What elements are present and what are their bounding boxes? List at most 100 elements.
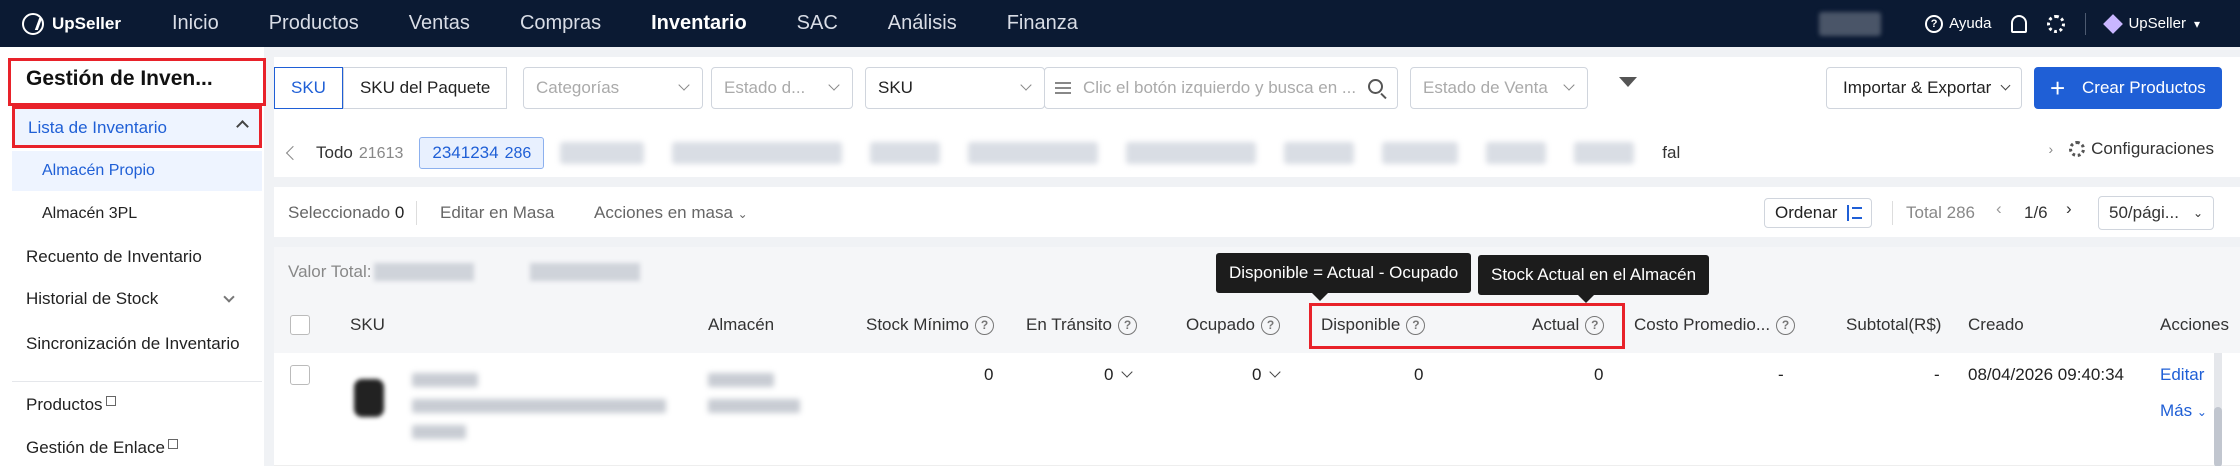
col-label: Acciones — [2160, 315, 2229, 334]
question-icon[interactable]: ? — [1261, 315, 1280, 335]
cell-stock-minimo: 0 — [984, 365, 994, 384]
sidebar-item-lista-inventario[interactable]: Lista de Inventario — [12, 106, 262, 148]
nav-compras[interactable]: Compras — [520, 12, 601, 35]
sidebar-item-label: Gestión de Enlace — [26, 438, 165, 457]
sale-state-select[interactable]: Estado de Venta — [1410, 67, 1588, 109]
sidebar-item-sincronizacion[interactable]: Sincronización de Inventario — [26, 334, 240, 354]
search-type-select[interactable]: SKU — [865, 67, 1045, 109]
sidebar-title: Gestión de Inven... — [26, 67, 213, 90]
blurred-tab[interactable] — [1574, 142, 1635, 164]
blurred-tab[interactable] — [560, 142, 645, 164]
user-menu[interactable]: UpSeller ▾ — [2103, 13, 2200, 34]
toggle-sku[interactable]: SKU — [274, 67, 343, 109]
question-icon[interactable]: ? — [1776, 315, 1796, 335]
col-label: Almacén — [708, 315, 775, 334]
configuraciones-label: Configuraciones — [2091, 139, 2214, 158]
nav-productos[interactable]: Productos — [269, 12, 359, 35]
categories-select[interactable]: Categorías — [523, 67, 703, 109]
app-name: UpSeller — [52, 13, 121, 33]
external-link-icon — [167, 439, 178, 449]
sidebar-item-recuento[interactable]: Recuento de Inventario — [26, 247, 202, 267]
sku-type-toggle: SKU SKU del Paquete — [274, 67, 508, 109]
tab-todo[interactable]: Todo 21613 — [316, 143, 403, 163]
import-export-button[interactable]: Importar & Exportar — [1826, 67, 2023, 109]
search-icon[interactable] — [1368, 79, 1383, 94]
prev-page-button[interactable]: ‹ — [1996, 199, 2002, 219]
table-header: SKU Almacén Stock Mínimo? En Tránsito? O… — [274, 297, 2240, 353]
app-logo[interactable]: UpSeller — [22, 12, 172, 35]
gear-icon[interactable] — [2047, 14, 2066, 33]
chevron-right-icon[interactable]: › — [2048, 141, 2053, 157]
blurred-tab[interactable] — [672, 142, 843, 164]
sidebar-item-label: Sincronización de Inventario — [26, 334, 240, 353]
configuraciones-button[interactable]: Configuraciones — [2069, 139, 2214, 159]
main-content: SKU SKU del Paquete Categorías Estado d.… — [274, 57, 2240, 466]
chevron-left-icon[interactable] — [285, 145, 301, 161]
question-icon[interactable]: ? — [1118, 315, 1137, 335]
create-products-button[interactable]: Crear Productos — [2034, 67, 2222, 109]
select-all-checkbox[interactable] — [290, 315, 310, 335]
cell-ocupado[interactable]: 0 — [1252, 365, 1282, 385]
row-checkbox[interactable] — [290, 365, 310, 385]
cell-costo: - — [1778, 365, 1784, 384]
blurred-tab[interactable] — [968, 142, 1099, 164]
blurred-tab[interactable] — [1284, 142, 1355, 164]
more-dropdown[interactable]: Más ⌄ — [2160, 401, 2207, 421]
blurred-variant — [412, 425, 466, 439]
search-type-value: SKU — [878, 78, 913, 97]
sidebar-link-gestion-enlace[interactable]: Gestión de Enlace — [26, 438, 178, 458]
filter-icon[interactable] — [1619, 77, 1637, 87]
search-input[interactable]: Clic el botón izquierdo y busca en ... — [1044, 67, 1398, 109]
diamond-icon — [2103, 13, 2124, 34]
vertical-scrollbar[interactable] — [2214, 353, 2222, 466]
nav-finanza[interactable]: Finanza — [1007, 12, 1078, 35]
nav-inventario[interactable]: Inventario — [651, 12, 747, 35]
bulk-actions-dropdown[interactable]: Acciones en masa ⌄ — [594, 203, 748, 223]
page-size-select[interactable]: 50/pági... ⌄ — [2098, 196, 2214, 230]
sidebar-subitem-almacen-3pl[interactable]: Almacén 3PL — [12, 194, 262, 234]
tab-selected[interactable]: 2341234 286 — [419, 137, 545, 169]
edit-link[interactable]: Editar — [2160, 365, 2204, 385]
sort-button[interactable]: Ordenar — [1764, 198, 1873, 228]
sidebar-subitem-almacen-propio[interactable]: Almacén Propio — [12, 151, 262, 191]
sidebar-divider — [12, 381, 262, 382]
toggle-sku-paquete[interactable]: SKU del Paquete — [342, 67, 508, 109]
top-nav-bar: UpSeller Inicio Productos Ventas Compras… — [0, 0, 2240, 47]
chevron-down-icon — [1269, 366, 1282, 378]
blurred-warehouse — [708, 373, 774, 387]
col-acciones: Acciones — [2160, 315, 2229, 335]
blurred-tab[interactable] — [1126, 142, 1257, 164]
next-page-button[interactable]: › — [2066, 199, 2072, 219]
blurred-tab[interactable] — [1382, 142, 1459, 164]
tabs-right: › Configuraciones — [2048, 139, 2214, 159]
chevron-down-icon — [223, 291, 235, 303]
sidebar-item-historial[interactable]: Historial de Stock — [26, 289, 251, 309]
page-size-value: 50/pági... — [2109, 203, 2179, 222]
highlight-frame — [1309, 303, 1625, 349]
table-row: 0 0 0 0 0 - - 08/04/2026 09:40:34 Editar… — [274, 353, 2240, 466]
nav-analisis[interactable]: Análisis — [888, 12, 957, 35]
tab-label: Todo — [316, 143, 353, 162]
question-icon[interactable]: ? — [974, 315, 994, 335]
col-label: Ocupado — [1186, 315, 1255, 334]
state-select[interactable]: Estado d... — [711, 67, 853, 109]
external-link-icon — [105, 396, 116, 406]
blurred-shop-selector[interactable] — [1819, 11, 1882, 36]
blurred-tab[interactable] — [1486, 142, 1547, 164]
nav-sac[interactable]: SAC — [797, 12, 838, 35]
tab-count: 21613 — [358, 145, 404, 162]
bell-icon[interactable] — [2011, 14, 2028, 33]
col-stock-minimo: Stock Mínimo? — [866, 315, 994, 335]
tooltip-disponible: Disponible = Actual - Ocupado — [1216, 253, 1472, 301]
bulk-edit-button[interactable]: Editar en Masa — [440, 203, 554, 223]
help-link[interactable]: ? Ayuda — [1925, 14, 1991, 33]
nav-ventas[interactable]: Ventas — [409, 12, 470, 35]
sidebar-link-productos[interactable]: Productos — [26, 395, 116, 415]
blurred-tab[interactable] — [870, 142, 941, 164]
tab-fal[interactable]: fal — [1662, 143, 1680, 163]
cell-en-transito[interactable]: 0 — [1104, 365, 1134, 385]
divider — [416, 201, 417, 225]
col-label: SKU — [350, 315, 385, 334]
nav-inicio[interactable]: Inicio — [172, 12, 219, 35]
chevron-down-icon — [1563, 79, 1575, 91]
